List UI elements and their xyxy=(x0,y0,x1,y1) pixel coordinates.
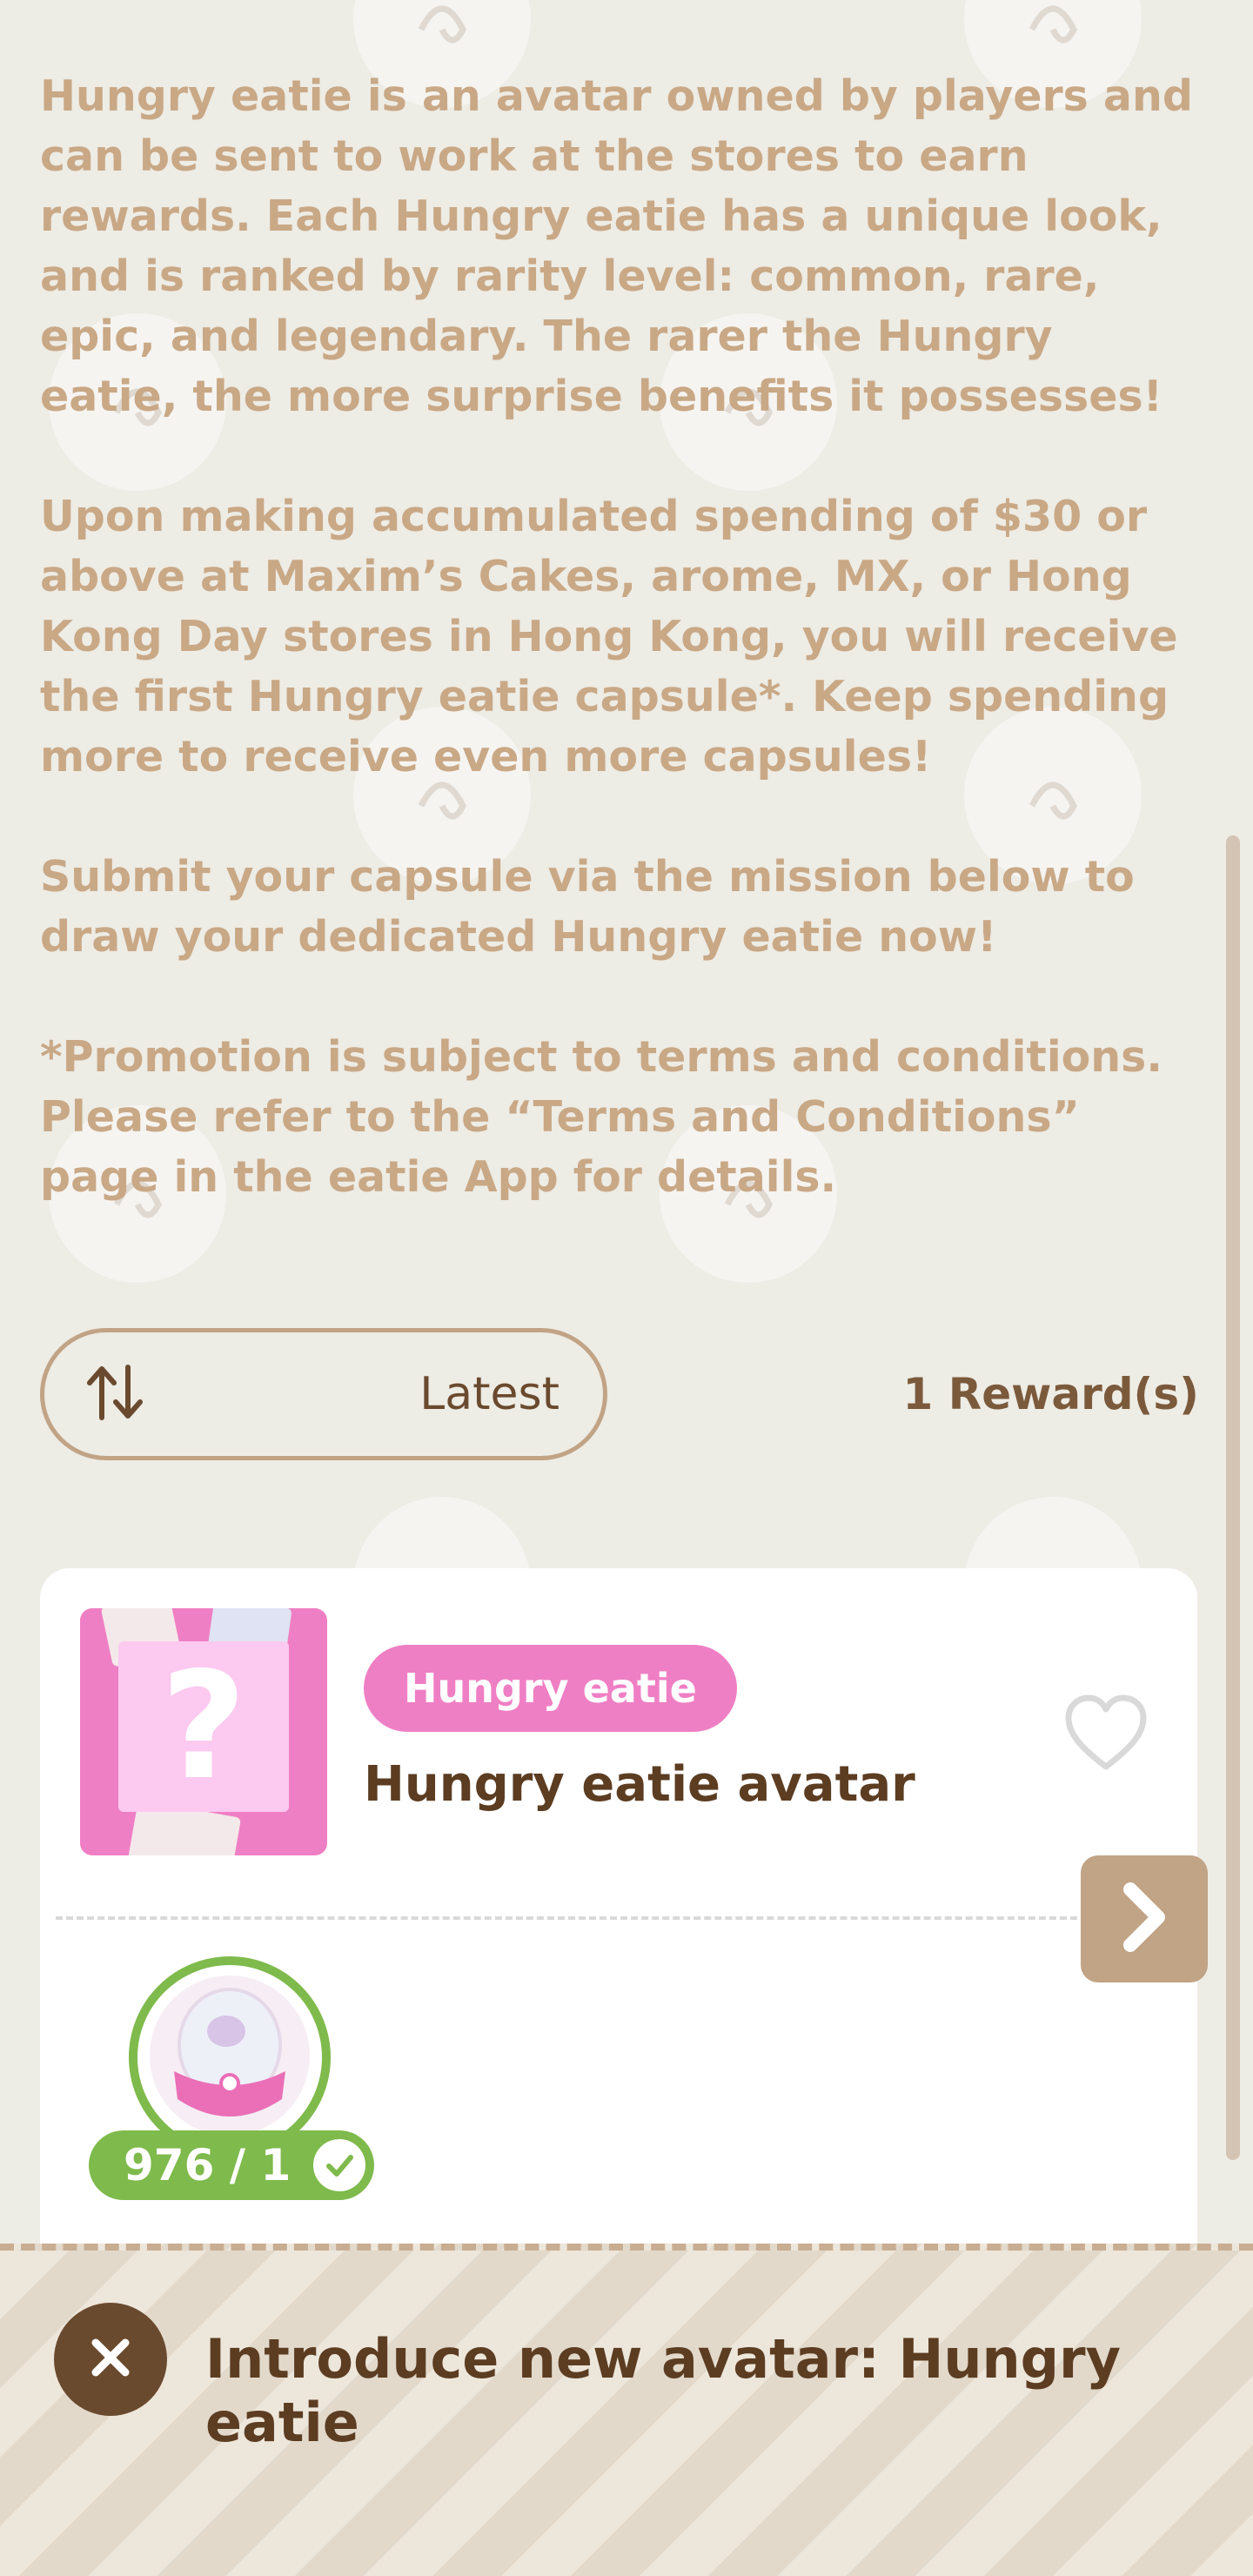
page-title: Introduce new avatar: Hungry eatie xyxy=(205,2327,1122,2454)
intro-paragraph: Submit your capsule via the mission belo… xyxy=(40,852,1135,962)
capsule-item xyxy=(129,1956,331,2158)
capsule-progress-badge: 976 / 1 xyxy=(89,2130,374,2200)
content-scroll-area[interactable]: Hungry eatie is an avatar owned by playe… xyxy=(0,0,1253,2244)
capsule-icon xyxy=(143,1969,317,2146)
reward-count: 1 Reward(s) xyxy=(902,1369,1199,1419)
close-button[interactable] xyxy=(54,2303,167,2416)
check-icon xyxy=(313,2139,365,2191)
intro-text: Hungry eatie is an avatar owned by playe… xyxy=(40,66,1197,1267)
reward-title: Hungry eatie avatar xyxy=(364,1756,915,1813)
category-tag: Hungry eatie xyxy=(364,1645,737,1732)
chevron-right-icon xyxy=(1118,1882,1170,1955)
bottom-bar: Introduce new avatar: Hungry eatie xyxy=(0,2244,1253,2576)
sort-arrows-icon xyxy=(84,1364,145,1425)
close-icon xyxy=(87,2334,134,2385)
heart-icon[interactable] xyxy=(1063,1694,1149,1772)
intro-paragraph: Hungry eatie is an avatar owned by playe… xyxy=(40,71,1193,421)
capsule-progress: 976 / 1 xyxy=(124,2140,291,2190)
card-divider xyxy=(56,1916,1109,1920)
sort-dropdown[interactable]: Latest xyxy=(40,1328,607,1460)
scrollbar[interactable] xyxy=(1226,835,1240,2160)
reward-thumbnail: ? xyxy=(80,1608,327,1855)
sort-label: Latest xyxy=(419,1368,559,1420)
intro-paragraph: Upon making accumulated spending of $30 … xyxy=(40,492,1178,782)
terms-note: *Promotion is subject to terms and condi… xyxy=(40,1032,1163,1202)
mystery-question-icon: ? xyxy=(118,1641,289,1812)
next-button[interactable] xyxy=(1081,1855,1208,1982)
